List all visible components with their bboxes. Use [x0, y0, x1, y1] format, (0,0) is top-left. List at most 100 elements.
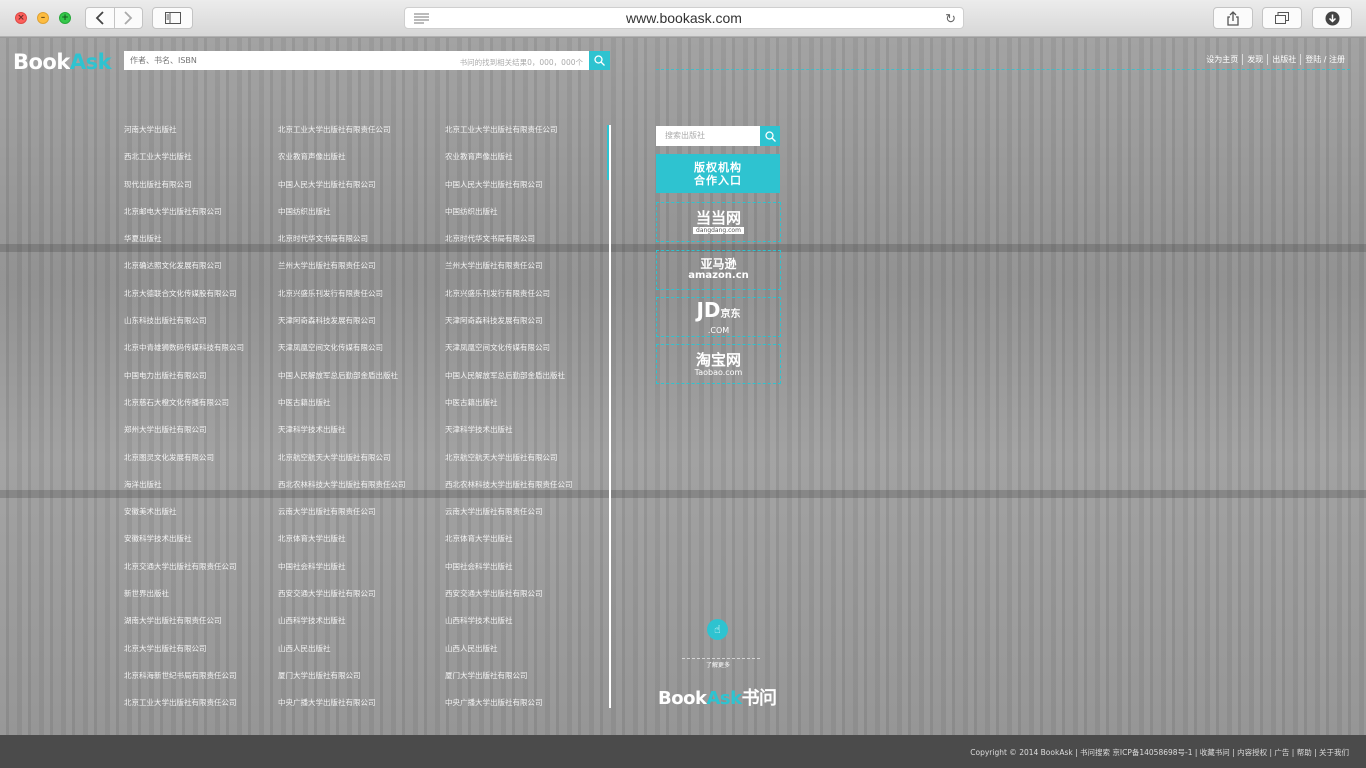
- nav-discover[interactable]: 发现: [1243, 54, 1269, 65]
- publisher-link[interactable]: 西北工业大学出版社: [124, 151, 244, 178]
- publisher-link[interactable]: 现代出版社有限公司: [124, 179, 244, 206]
- publisher-link[interactable]: 中国纺织出版社: [278, 206, 406, 233]
- reload-icon[interactable]: ↻: [945, 11, 956, 27]
- page-footer: Copyright © 2014 BookAsk | 书问搜索 京ICP备140…: [0, 735, 1366, 768]
- publisher-link[interactable]: 中国社会科学出版社: [278, 561, 406, 588]
- publisher-link[interactable]: 北京体育大学出版社: [445, 533, 573, 560]
- publisher-link[interactable]: 天津科学技术出版社: [278, 424, 406, 451]
- publisher-link[interactable]: 中国社会科学出版社: [445, 561, 573, 588]
- dangdang-store-link[interactable]: 当当网 dangdang.com: [656, 202, 781, 242]
- publisher-link[interactable]: 中国电力出版社有限公司: [124, 370, 244, 397]
- publisher-link[interactable]: 山东科技出版社有限公司: [124, 315, 244, 342]
- publisher-link[interactable]: 西安交通大学出版社有限公司: [445, 588, 573, 615]
- publisher-link[interactable]: 中国人民解放军总后勤部金盾出版社: [278, 370, 406, 397]
- publisher-link[interactable]: 北京大德联合文化传媒股有限公司: [124, 288, 244, 315]
- minimize-window-button[interactable]: –: [37, 12, 49, 24]
- search-button[interactable]: [589, 51, 610, 70]
- publisher-search-button[interactable]: [760, 126, 780, 146]
- tabs-button[interactable]: [1262, 7, 1302, 29]
- downloads-button[interactable]: [1312, 7, 1352, 29]
- publisher-link[interactable]: 北京工业大学出版社有限责任公司: [445, 124, 573, 151]
- publisher-link[interactable]: 厦门大学出版社有限公司: [278, 670, 406, 697]
- publisher-link[interactable]: 北京航空航天大学出版社有限公司: [278, 452, 406, 479]
- publisher-link[interactable]: 北京兴盛乐刊发行有限责任公司: [278, 288, 406, 315]
- maximize-window-button[interactable]: +: [59, 12, 71, 24]
- publisher-link[interactable]: 中央广播大学出版社有限公司: [445, 697, 573, 724]
- publisher-scroll-thumb[interactable]: [607, 125, 609, 180]
- publisher-link[interactable]: 新世界出版社: [124, 588, 244, 615]
- publisher-link[interactable]: 中医古籍出版社: [445, 397, 573, 424]
- bookask-logo[interactable]: BookAsk: [13, 50, 112, 74]
- back-button[interactable]: [86, 8, 114, 28]
- publisher-link[interactable]: 中国人民解放军总后勤部金盾出版社: [445, 370, 573, 397]
- publisher-link[interactable]: 西北农林科技大学出版社有限责任公司: [278, 479, 406, 506]
- publisher-link[interactable]: 山西人民出版社: [278, 643, 406, 670]
- publisher-link[interactable]: 云南大学出版社有限责任公司: [278, 506, 406, 533]
- hand-pointer-icon[interactable]: ☝: [707, 619, 728, 640]
- publisher-link[interactable]: 云南大学出版社有限责任公司: [445, 506, 573, 533]
- publisher-link[interactable]: 北京航空航天大学出版社有限公司: [445, 452, 573, 479]
- publisher-link[interactable]: 天津阿奇森科技发展有限公司: [445, 315, 573, 342]
- publisher-link[interactable]: 北京工业大学出版社有限责任公司: [124, 697, 244, 724]
- tabs-icon: [1275, 12, 1289, 24]
- nav-set-homepage[interactable]: 设为主页: [1202, 54, 1244, 65]
- address-bar[interactable]: www.bookask.com ↻: [404, 7, 964, 29]
- publisher-link[interactable]: 兰州大学出版社有限责任公司: [445, 260, 573, 287]
- publisher-link[interactable]: 海洋出版社: [124, 479, 244, 506]
- publisher-link[interactable]: 北京兴盛乐刊发行有限责任公司: [445, 288, 573, 315]
- publisher-link[interactable]: 北京图灵文化发展有限公司: [124, 452, 244, 479]
- publisher-link[interactable]: 西北农林科技大学出版社有限责任公司: [445, 479, 573, 506]
- publisher-link[interactable]: 天津凤凰空间文化传媒有限公司: [278, 342, 406, 369]
- publisher-link[interactable]: 山西科学技术出版社: [445, 615, 573, 642]
- publisher-link[interactable]: 厦门大学出版社有限公司: [445, 670, 573, 697]
- share-button[interactable]: [1213, 7, 1253, 29]
- publisher-link[interactable]: 农业教育声像出版社: [445, 151, 573, 178]
- copyright-partner-button[interactable]: 版权机构 合作入口: [656, 154, 780, 193]
- reader-icon[interactable]: [414, 13, 429, 24]
- publisher-link[interactable]: 中国人民大学出版社有限公司: [445, 179, 573, 206]
- close-window-button[interactable]: ×: [15, 12, 27, 24]
- jd-store-link[interactable]: JD京东 .COM: [656, 297, 781, 337]
- learn-more-link[interactable]: 了解更多: [682, 660, 754, 669]
- nav-login-register[interactable]: 登陆 / 注册: [1301, 54, 1349, 65]
- publisher-link[interactable]: 北京时代华文书局有限公司: [445, 233, 573, 260]
- publisher-link[interactable]: 北京体育大学出版社: [278, 533, 406, 560]
- publisher-link[interactable]: 山西人民出版社: [445, 643, 573, 670]
- publisher-link[interactable]: 中国人民大学出版社有限公司: [278, 179, 406, 206]
- publisher-scrollbar[interactable]: [609, 125, 611, 708]
- amazon-store-link[interactable]: 亚马逊 amazon.cn: [656, 250, 781, 290]
- publisher-link[interactable]: 北京中青雄狮数码传媒科技有限公司: [124, 342, 244, 369]
- publisher-link[interactable]: 北京慈石大橙文化传播有限公司: [124, 397, 244, 424]
- publisher-link[interactable]: 天津科学技术出版社: [445, 424, 573, 451]
- publisher-link[interactable]: 中央广播大学出版社有限公司: [278, 697, 406, 724]
- publisher-link[interactable]: 北京确达照文化发展有限公司: [124, 260, 244, 287]
- forward-button[interactable]: [113, 8, 143, 28]
- nav-publishers[interactable]: 出版社: [1268, 54, 1302, 65]
- publisher-search-input[interactable]: 搜索出版社: [656, 126, 760, 146]
- publisher-link[interactable]: 中医古籍出版社: [278, 397, 406, 424]
- publisher-link[interactable]: 山西科学技术出版社: [278, 615, 406, 642]
- publisher-link[interactable]: 天津阿奇森科技发展有限公司: [278, 315, 406, 342]
- publisher-link[interactable]: 北京邮电大学出版社有限公司: [124, 206, 244, 233]
- publisher-link[interactable]: 西安交通大学出版社有限公司: [278, 588, 406, 615]
- taobao-store-link[interactable]: 淘宝网 Taobao.com: [656, 344, 781, 384]
- publisher-link[interactable]: 北京时代华文书局有限公司: [278, 233, 406, 260]
- publisher-link[interactable]: 兰州大学出版社有限责任公司: [278, 260, 406, 287]
- footer-links[interactable]: Copyright © 2014 BookAsk | 书问搜索 京ICP备140…: [970, 747, 1349, 758]
- publisher-link[interactable]: 农业教育声像出版社: [278, 151, 406, 178]
- publisher-link[interactable]: 湖南大学出版社有限责任公司: [124, 615, 244, 642]
- publisher-link[interactable]: 北京大学出版社有限公司: [124, 643, 244, 670]
- publisher-link[interactable]: 安徽美术出版社: [124, 506, 244, 533]
- sidebar-toggle-button[interactable]: [152, 7, 193, 29]
- publisher-link[interactable]: 河南大学出版社: [124, 124, 244, 151]
- logo-ask-text: Ask: [69, 50, 112, 74]
- publisher-link[interactable]: 北京工业大学出版社有限责任公司: [278, 124, 406, 151]
- taobao-logo: 淘宝网: [695, 350, 741, 369]
- publisher-link[interactable]: 天津凤凰空间文化传媒有限公司: [445, 342, 573, 369]
- publisher-link[interactable]: 中国纺织出版社: [445, 206, 573, 233]
- publisher-link[interactable]: 华夏出版社: [124, 233, 244, 260]
- publisher-link[interactable]: 郑州大学出版社有限公司: [124, 424, 244, 451]
- publisher-link[interactable]: 安徽科学技术出版社: [124, 533, 244, 560]
- publisher-link[interactable]: 北京科海新世纪书局有限责任公司: [124, 670, 244, 697]
- publisher-link[interactable]: 北京交通大学出版社有限责任公司: [124, 561, 244, 588]
